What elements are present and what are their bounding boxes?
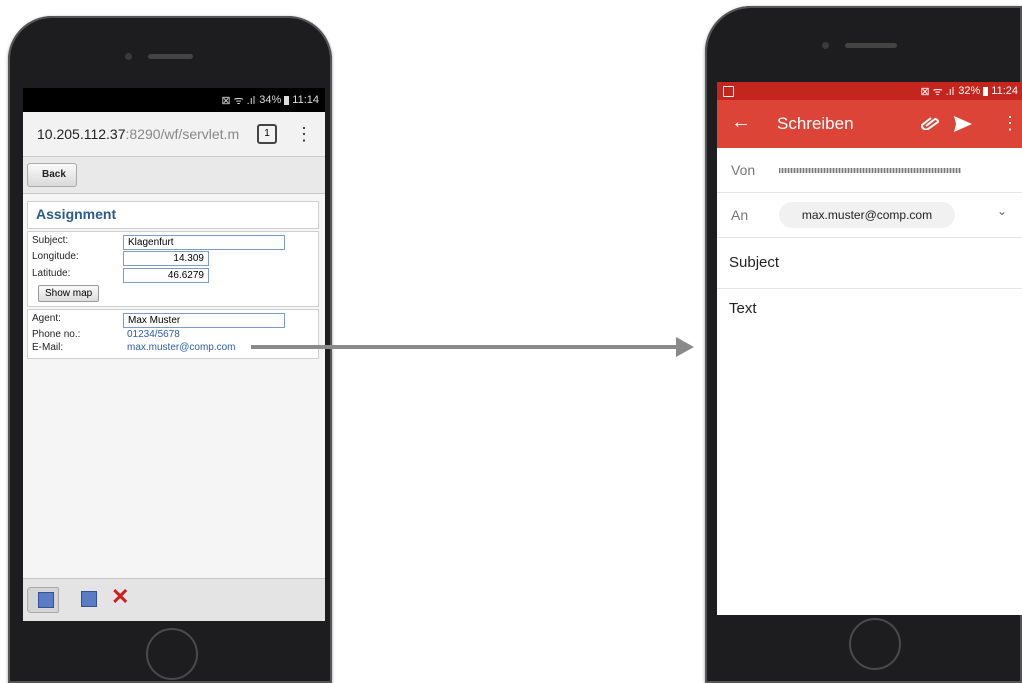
form-content: Assignment Subject: Klagenfurt Longitude… xyxy=(23,194,325,581)
left-phone-screen: ⊠ ᯤ .ıl 34% 11:14 10.205.112.37:8290/wf/… xyxy=(23,88,325,621)
body-input[interactable]: Text xyxy=(729,300,757,317)
longitude-label: Longitude: xyxy=(32,251,79,262)
show-map-button[interactable]: Show map xyxy=(38,285,100,302)
phone-label: Phone no.: xyxy=(32,329,81,340)
signal-icon: ⊠ ᯤ .ıl xyxy=(221,94,256,107)
email-link[interactable]: max.muster@comp.com xyxy=(127,342,236,353)
gmail-app-bar: ← Schreiben ⋮ xyxy=(717,100,1022,148)
recipient-chip[interactable]: max.muster@comp.com xyxy=(779,202,955,228)
home-button[interactable] xyxy=(146,628,198,680)
more-options-icon[interactable]: ⋮ xyxy=(1001,113,1019,134)
camera-icon xyxy=(822,42,829,49)
battery-level: 34% xyxy=(259,94,282,106)
agent-field[interactable]: Max Muster xyxy=(123,313,285,328)
battery-level: 32% xyxy=(958,85,981,97)
from-label: Von xyxy=(731,162,756,178)
agent-label: Agent: xyxy=(32,313,61,324)
subject-label: Subject: xyxy=(32,235,69,246)
longitude-field[interactable]: 14.309 xyxy=(123,251,209,266)
chevron-down-icon[interactable]: ⌄ xyxy=(997,204,1007,218)
tab-switcher-button[interactable]: 1 xyxy=(257,124,277,144)
back-toolbar-button[interactable] xyxy=(27,587,59,613)
battery-icon xyxy=(983,86,989,96)
agent-section: Agent: Max Muster Phone no.: 01234/5678 … xyxy=(27,309,319,359)
camera-icon xyxy=(125,53,132,60)
signal-icon: ⊠ ᯤ .ıl xyxy=(920,85,955,98)
phone-link[interactable]: 01234/5678 xyxy=(127,329,180,340)
to-row: An max.muster@comp.com ⌄ xyxy=(717,193,1022,238)
save-as-icon[interactable] xyxy=(81,591,97,607)
from-row: Von xyxy=(717,148,1022,193)
clock: 11:24 xyxy=(991,85,1018,97)
subject-field[interactable]: Klagenfurt xyxy=(123,235,285,250)
status-bar: ⊠ ᯤ .ıl 32% 11:24 xyxy=(717,82,1022,100)
subject-input[interactable]: Subject xyxy=(729,254,779,271)
subject-row[interactable]: Subject xyxy=(717,238,1022,289)
form-title: Assignment xyxy=(36,206,117,222)
speaker-grille xyxy=(845,43,897,48)
bottom-toolbar: ✕ xyxy=(23,578,325,621)
home-button[interactable] xyxy=(849,618,901,670)
battery-icon xyxy=(284,95,290,105)
flow-arrow-head-icon xyxy=(676,337,694,357)
latitude-field[interactable]: 46.6279 xyxy=(123,268,209,283)
status-bar: ⊠ ᯤ .ıl 34% 11:14 xyxy=(23,88,325,112)
from-account-redacted[interactable] xyxy=(779,168,961,173)
location-section: Subject: Klagenfurt Longitude: 14.309 La… xyxy=(27,231,319,307)
email-label: E-Mail: xyxy=(32,342,64,353)
save-icon xyxy=(38,592,54,608)
back-button[interactable]: Back xyxy=(27,163,77,187)
back-arrow-icon[interactable]: ← xyxy=(731,111,751,134)
attachment-icon[interactable] xyxy=(921,116,939,130)
send-icon[interactable] xyxy=(953,115,973,133)
navigation-bar: Back xyxy=(23,157,325,194)
compose-title: Schreiben xyxy=(777,114,854,133)
right-phone-screen: ⊠ ᯤ .ıl 32% 11:24 ← Schreiben ⋮ Von An m… xyxy=(717,82,1022,615)
browser-url-bar[interactable]: 10.205.112.37:8290/wf/servlet.m 1 ⋮ xyxy=(23,112,325,157)
close-icon[interactable]: ✕ xyxy=(111,585,129,609)
clock: 11:14 xyxy=(292,94,319,106)
speaker-grille xyxy=(148,54,193,59)
url-text[interactable]: 10.205.112.37:8290/wf/servlet.m xyxy=(37,126,257,142)
flow-arrow-line xyxy=(251,345,678,349)
latitude-label: Latitude: xyxy=(32,268,71,279)
more-options-icon[interactable]: ⋮ xyxy=(295,124,313,145)
to-label: An xyxy=(731,207,749,223)
assignment-header: Assignment xyxy=(27,201,319,229)
notification-icon xyxy=(723,86,734,97)
